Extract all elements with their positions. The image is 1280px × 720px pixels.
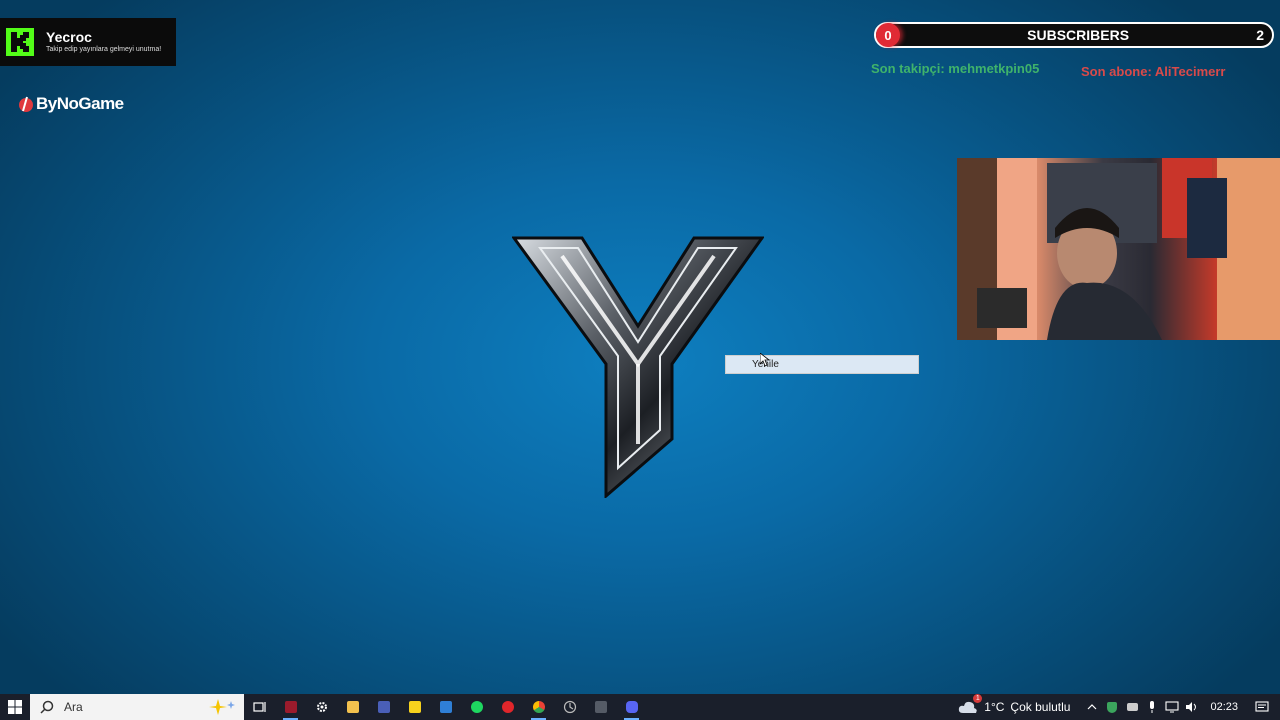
opera-icon[interactable] <box>492 694 523 720</box>
follow-reminder: Takip edip yayınlara gelmeyi unutma! <box>46 46 162 53</box>
windows-icon <box>8 700 22 714</box>
clock-app-icon[interactable] <box>554 694 585 720</box>
calculator-icon[interactable] <box>585 694 616 720</box>
blue-app-icon[interactable] <box>368 694 399 720</box>
taskbar: Ara 1 1°C Çok bulutlu 02:23 <box>0 694 1280 720</box>
kick-app-icon[interactable] <box>275 694 306 720</box>
chevron-up-icon[interactable] <box>1082 703 1102 711</box>
last-follower: Son takipçi: mehmetkpin05 <box>871 61 1040 76</box>
discord-icon[interactable] <box>616 694 647 720</box>
system-tray: 1 1°C Çok bulutlu 02:23 <box>958 694 1280 720</box>
subscriber-count: 0 <box>876 23 900 47</box>
search-highlight-icon <box>209 699 235 715</box>
mail-icon[interactable] <box>430 694 461 720</box>
tray-app-icon[interactable] <box>1122 703 1142 711</box>
weather-temp: 1°C <box>984 700 1005 714</box>
subscriber-goal: 2 <box>1256 27 1264 43</box>
context-menu: Yenile <box>725 355 919 374</box>
notifications-icon[interactable] <box>1252 701 1272 713</box>
settings-icon[interactable] <box>306 694 337 720</box>
sticky-notes-icon[interactable] <box>399 694 430 720</box>
mouse-cursor-icon <box>759 352 771 372</box>
context-menu-item-refresh[interactable]: Yenile <box>726 356 918 373</box>
spotify-icon[interactable] <box>461 694 492 720</box>
sponsor-logo: ByNoGame <box>18 94 124 114</box>
start-button[interactable] <box>0 694 30 720</box>
kick-overlay: Yecroc Takip edip yayınlara gelmeyi unut… <box>0 18 176 66</box>
search-icon <box>40 700 54 714</box>
weather-widget[interactable]: 1 1°C Çok bulutlu <box>958 694 1071 714</box>
taskbar-search-box[interactable]: Ara <box>30 694 244 720</box>
file-explorer-icon[interactable] <box>337 694 368 720</box>
streamer-name: Yecroc <box>46 29 92 45</box>
search-placeholder: Ara <box>64 700 83 714</box>
bynogame-icon <box>19 96 33 112</box>
webcam-feed <box>957 158 1280 340</box>
weather-badge: 1 <box>973 694 983 703</box>
subscriber-goal-bar: 0 SUBSCRIBERS 2 <box>874 22 1274 48</box>
network-icon[interactable] <box>1162 701 1182 713</box>
subscriber-label: SUBSCRIBERS <box>1027 27 1130 43</box>
kick-logo-icon <box>2 24 38 60</box>
task-view-icon[interactable] <box>244 694 275 720</box>
microphone-icon[interactable] <box>1142 701 1162 713</box>
weather-desc: Çok bulutlu <box>1010 700 1071 714</box>
shield-icon[interactable] <box>1102 701 1122 713</box>
chrome-icon[interactable] <box>523 694 554 720</box>
sponsor-name: ByNoGame <box>36 94 124 113</box>
taskbar-clock[interactable]: 02:23 <box>1210 701 1238 713</box>
volume-icon[interactable] <box>1182 701 1202 713</box>
last-subscriber: Son abone: AliTecimerr <box>1081 64 1226 79</box>
